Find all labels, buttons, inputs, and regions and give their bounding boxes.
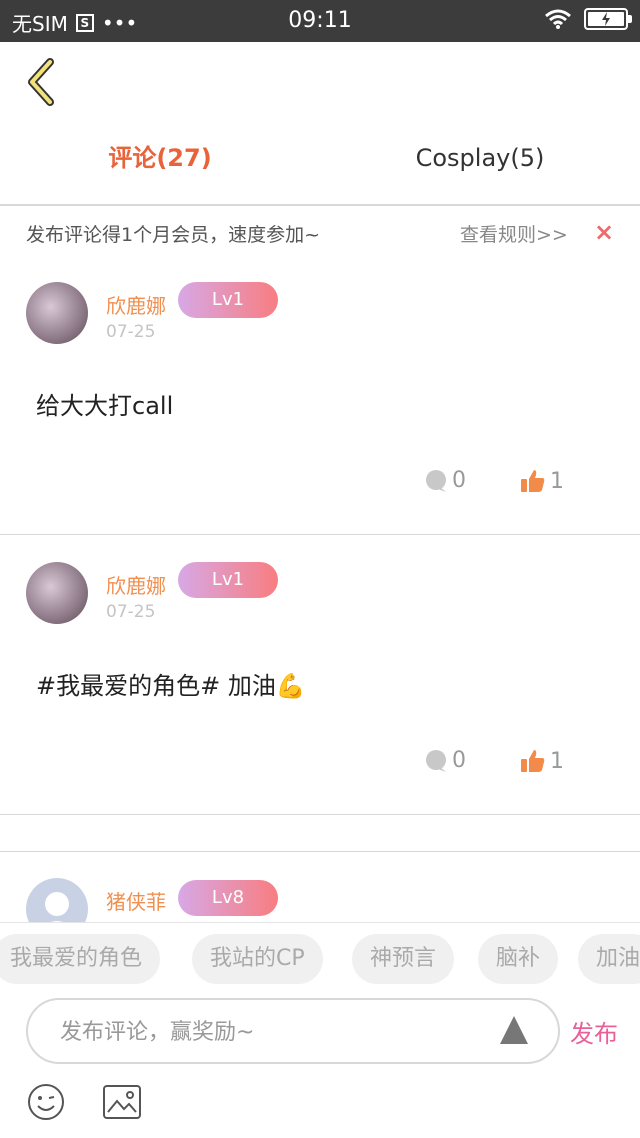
reply-count: 0 (452, 748, 466, 773)
comment-divider (0, 814, 640, 815)
like-count: 1 (550, 748, 564, 774)
topic-chip[interactable]: 加油 (578, 934, 640, 984)
thumbs-up-icon (521, 470, 545, 492)
comment-input-wrap (26, 998, 560, 1064)
avatar[interactable] (26, 562, 88, 624)
view-rules-link[interactable]: 查看规则>> (460, 220, 568, 247)
username[interactable]: 欣鹿娜 (106, 570, 166, 599)
thumbs-up-icon (521, 750, 545, 772)
reply-button[interactable]: 0 (424, 468, 466, 493)
username[interactable]: 猪侠菲 (106, 886, 166, 915)
like-button[interactable]: 1 (520, 748, 564, 774)
status-right (544, 8, 632, 30)
default-avatar-icon (45, 892, 69, 922)
wifi-icon (545, 9, 571, 29)
tab-cosplay[interactable]: Cosplay(5) (360, 128, 600, 188)
notice-bar: 发布评论得1个月会员，速度参加~ 查看规则>> × (0, 206, 640, 262)
image-icon[interactable] (102, 1084, 142, 1120)
comment-date: 07-25 (106, 322, 156, 342)
topic-chip[interactable]: 我最爱的角色 (0, 934, 161, 984)
username[interactable]: 欣鹿娜 (106, 290, 166, 319)
like-button[interactable]: 1 (520, 468, 564, 494)
comment-divider (0, 851, 640, 852)
tab-comments[interactable]: 评论(27) (40, 128, 280, 188)
level-badge: Lv1 (178, 282, 278, 318)
reply-button[interactable]: 0 (424, 748, 466, 773)
comment-content: #我最爱的角色# 加油💪 (36, 672, 306, 700)
like-count: 1 (550, 468, 564, 494)
comment-content: 给大大打call (36, 392, 174, 420)
level-badge: Lv1 (178, 562, 278, 598)
comment-item: 猪侠菲 Lv8 (0, 858, 640, 922)
emoji-icon[interactable] (26, 1082, 66, 1122)
notice-text: 发布评论得1个月会员，速度参加~ (26, 224, 321, 246)
comment-divider (0, 534, 640, 535)
back-button[interactable] (22, 58, 62, 106)
comment-bubble-icon (426, 749, 446, 772)
reply-count: 0 (452, 468, 466, 493)
send-arrow-icon[interactable] (498, 1014, 530, 1046)
comment-input[interactable] (60, 1014, 480, 1050)
comment-item: 欣鹿娜 Lv1 07-25 #我最爱的角色# 加油💪 0 1 (0, 542, 640, 814)
chevron-left-icon (28, 58, 54, 106)
topic-chips: 我最爱的角色 我站的CP 神预言 脑补 加油 (0, 922, 640, 998)
comment-bubble-icon (426, 469, 446, 492)
tab-bar: 评论(27) Cosplay(5) (0, 128, 640, 188)
topic-chip[interactable]: 脑补 (478, 934, 559, 984)
comment-item: 欣鹿娜 Lv1 07-25 给大大打call 0 1 (0, 262, 640, 534)
avatar[interactable] (26, 878, 88, 922)
battery-fill (588, 12, 624, 26)
avatar[interactable] (26, 282, 88, 344)
comment-date: 07-25 (106, 602, 156, 622)
status-bar: 无SIM S ••• 09:11 (0, 0, 640, 42)
topic-chip[interactable]: 神预言 (352, 934, 455, 984)
topic-chip[interactable]: 我站的CP (192, 934, 323, 984)
close-notice-button[interactable]: × (594, 218, 614, 246)
publish-button[interactable]: 发布 (570, 1014, 618, 1049)
level-badge: Lv8 (178, 880, 278, 916)
battery-icon (584, 8, 632, 30)
charging-icon (602, 12, 610, 26)
